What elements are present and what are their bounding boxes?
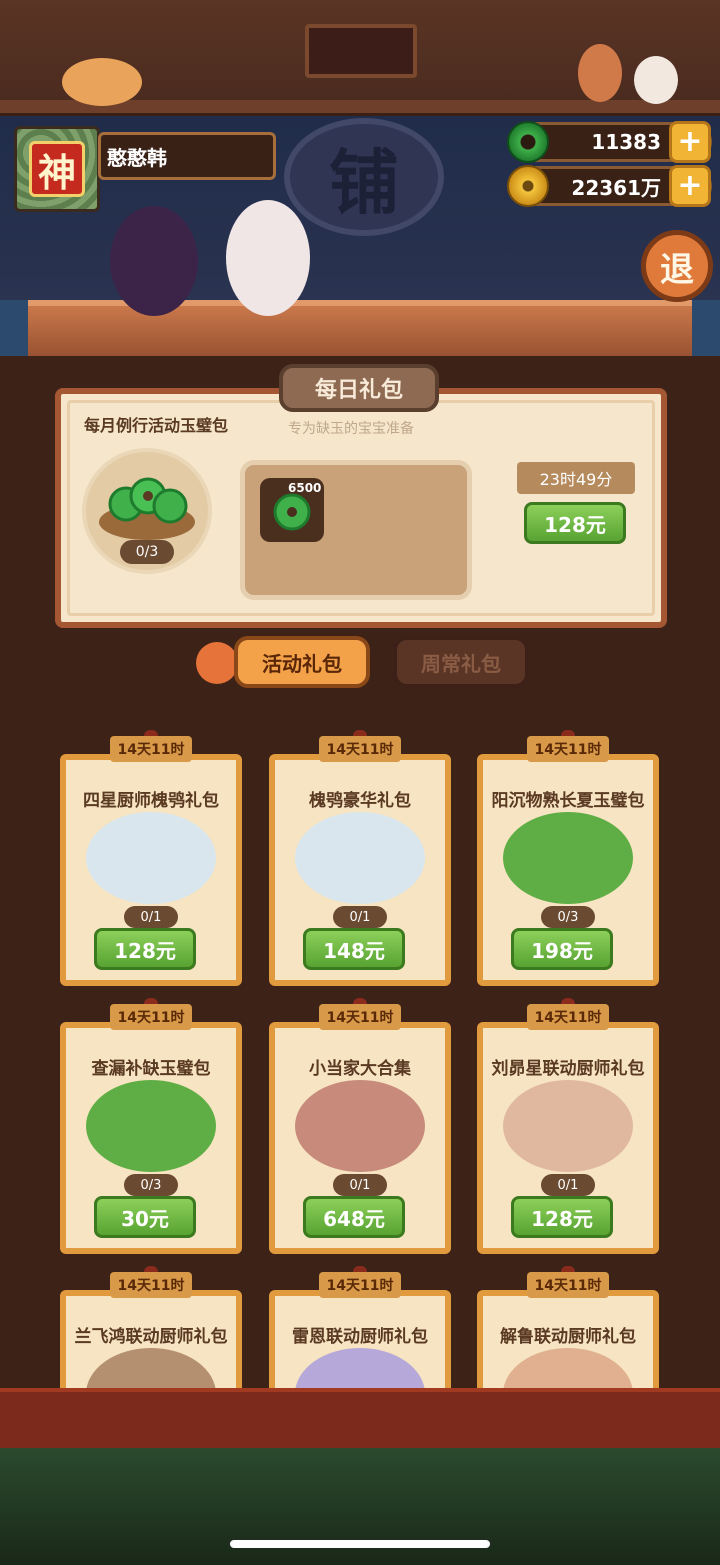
add-jade-button[interactable]: + bbox=[669, 121, 711, 163]
pack-timer: 14天11时 bbox=[319, 736, 401, 762]
pack-timer: 14天11时 bbox=[527, 1272, 609, 1298]
roof-banner bbox=[305, 24, 417, 78]
pack-title: 小当家大合集 bbox=[309, 1059, 411, 1079]
coin-amount: 22361万 bbox=[571, 175, 661, 200]
pack-progress: 0/1 bbox=[333, 906, 387, 928]
home-indicator[interactable] bbox=[230, 1540, 490, 1548]
princess-character bbox=[110, 206, 198, 316]
pack-timer: 14天11时 bbox=[110, 1004, 192, 1030]
pack-title: 兰飞鸿联动厨师礼包 bbox=[74, 1327, 228, 1347]
pack-title: 解鲁联动厨师礼包 bbox=[500, 1327, 636, 1347]
jade-basket-icon bbox=[86, 1080, 216, 1172]
shop-counter bbox=[26, 300, 694, 356]
daily-pack-timer: 23时49分 bbox=[517, 462, 635, 494]
pack-card[interactable]: 14天11时 小当家大合集 0/1 648元 bbox=[269, 998, 451, 1254]
pack-buy-button[interactable]: 648元 bbox=[303, 1196, 405, 1238]
exit-button[interactable]: 退 bbox=[641, 230, 713, 302]
clerk-decoration bbox=[578, 44, 622, 102]
pack-progress: 0/1 bbox=[541, 1174, 595, 1196]
pack-card[interactable]: 14天11时 雷恩联动厨师礼包 bbox=[269, 1266, 451, 1388]
kitten-decoration bbox=[634, 56, 678, 104]
pack-card[interactable]: 14天11时 槐鸮豪华礼包 0/1 148元 bbox=[269, 730, 451, 986]
pack-title: 刘昴星联动厨师礼包 bbox=[491, 1059, 645, 1079]
pack-timer: 14天11时 bbox=[527, 736, 609, 762]
pack-title: 查漏补缺玉璧包 bbox=[91, 1059, 211, 1079]
daily-pack-title: 每月例行活动玉璧包 bbox=[84, 416, 229, 435]
left-curtain bbox=[0, 300, 28, 360]
pack-timer: 14天11时 bbox=[319, 1004, 401, 1030]
pack-title: 四星厨师槐鸮礼包 bbox=[83, 791, 219, 811]
daily-pack-subtitle: 专为缺玉的宝宝准备 bbox=[288, 421, 414, 437]
pack-title: 雷恩联动厨师礼包 bbox=[292, 1327, 428, 1347]
reward-quantity: 6500 bbox=[288, 481, 322, 495]
shop-sign: 铺 bbox=[284, 118, 444, 236]
pack-progress: 0/3 bbox=[124, 1174, 178, 1196]
pack-buy-button[interactable]: 30元 bbox=[94, 1196, 196, 1238]
right-curtain bbox=[692, 300, 720, 360]
daily-pack-buy-button[interactable]: 128元 bbox=[524, 502, 626, 544]
player-name: 憨憨韩 bbox=[98, 132, 276, 180]
pack-buy-button[interactable]: 128元 bbox=[94, 928, 196, 970]
pack-title: 槐鸮豪华礼包 bbox=[309, 791, 411, 811]
daily-pack-progress: 0/3 bbox=[120, 540, 174, 564]
tab-event-packs[interactable]: 活动礼包 bbox=[234, 636, 370, 688]
pack-timer: 14天11时 bbox=[110, 1272, 192, 1298]
chef-portrait-icon bbox=[86, 812, 216, 904]
avatar-badge: 神 bbox=[29, 141, 85, 197]
pack-progress: 0/3 bbox=[541, 906, 595, 928]
chef-portrait-icon bbox=[295, 812, 425, 904]
pack-timer: 14天11时 bbox=[110, 736, 192, 762]
tab-weekly-packs[interactable]: 周常礼包 bbox=[393, 636, 529, 688]
jade-icon bbox=[507, 121, 549, 163]
pack-card[interactable]: 14天11时 解鲁联动厨师礼包 bbox=[477, 1266, 659, 1388]
pack-buy-button[interactable]: 198元 bbox=[511, 928, 613, 970]
chef-portrait-icon bbox=[503, 1080, 633, 1172]
add-coins-button[interactable]: + bbox=[669, 165, 711, 207]
jade-basket-icon bbox=[503, 812, 633, 904]
pack-card[interactable]: 14天11时 查漏补缺玉璧包 0/3 30元 bbox=[60, 998, 242, 1254]
group-portrait-icon bbox=[295, 1080, 425, 1172]
jade-balance: 11383 + bbox=[507, 121, 712, 163]
pack-card[interactable]: 14天11时 兰飞鸿联动厨师礼包 bbox=[60, 1266, 242, 1388]
pack-card[interactable]: 14天11时 阳沉物熟长夏玉璧包 0/3 198元 bbox=[477, 730, 659, 986]
player-avatar[interactable]: 神 bbox=[14, 126, 100, 212]
pack-timer: 14天11时 bbox=[527, 1004, 609, 1030]
pack-card[interactable]: 14天11时 刘昴星联动厨师礼包 0/1 128元 bbox=[477, 998, 659, 1254]
pack-buy-button[interactable]: 148元 bbox=[303, 928, 405, 970]
cat-mascot-icon bbox=[196, 642, 238, 684]
coin-icon bbox=[507, 165, 549, 207]
pack-progress: 0/1 bbox=[333, 1174, 387, 1196]
jade-amount: 11383 bbox=[591, 130, 661, 154]
bottom-bar bbox=[0, 1388, 720, 1448]
pack-grid[interactable]: 14天11时 四星厨师槐鸮礼包 0/1 128元 14天11时 槐鸮豪华礼包 0… bbox=[0, 724, 720, 1388]
pack-title: 阳沉物熟长夏玉璧包 bbox=[491, 791, 645, 811]
daily-pack-tab: 每日礼包 bbox=[279, 364, 439, 412]
pack-card[interactable]: 14天11时 四星厨师槐鸮礼包 0/1 128元 bbox=[60, 730, 242, 986]
pack-buy-button[interactable]: 128元 bbox=[511, 1196, 613, 1238]
chef-character bbox=[226, 200, 310, 316]
pack-timer: 14天11时 bbox=[319, 1272, 401, 1298]
coin-balance: 22361万 + bbox=[507, 165, 712, 207]
pack-progress: 0/1 bbox=[124, 906, 178, 928]
cat-decoration bbox=[62, 58, 142, 106]
